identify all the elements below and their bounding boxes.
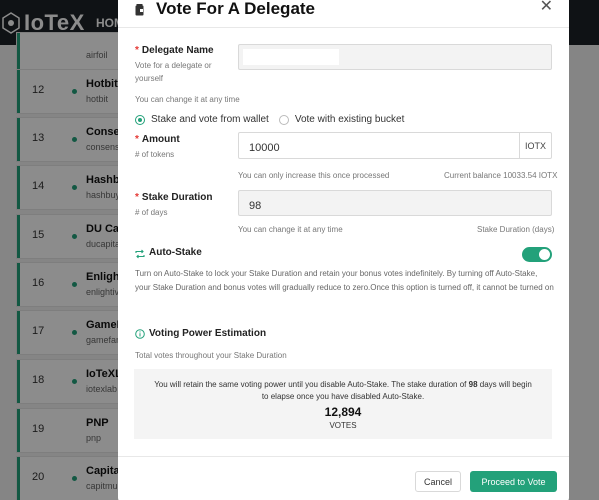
auto-stake-description: Turn on Auto-Stake to lock your Stake Du… (135, 269, 554, 292)
delegate-name-help: Vote for a delegate or yourself (135, 61, 212, 83)
voting-power-estimate-box: You will retain the same voting power un… (134, 369, 552, 439)
header-divider (118, 27, 569, 28)
votes-unit: VOTES (329, 421, 357, 430)
amount-help: # of tokens (135, 150, 175, 159)
modal-header: Vote For A Delegate ✕ (118, 0, 569, 27)
toggle-knob (539, 249, 550, 260)
estimated-votes: 12,894 (324, 405, 362, 419)
stake-duration-label-text: Stake Duration (141, 192, 213, 203)
amount-value: 10000 (249, 142, 280, 154)
radio-existing-bucket[interactable]: Vote with existing bucket (278, 114, 405, 125)
close-icon[interactable]: ✕ (540, 0, 553, 15)
amount-hint: You can only increase this once processe… (238, 171, 390, 180)
stake-duration-unit-hint: Stake Duration (days) (477, 225, 555, 234)
stake-duration-help: # of days (135, 208, 168, 217)
delegate-name-label: * Delegate Name (135, 45, 214, 56)
delegate-name-label-text: Delegate Name (141, 45, 214, 56)
auto-stake-toggle[interactable] (522, 247, 552, 262)
delegate-name-input[interactable] (238, 44, 552, 70)
amount-label-text: Amount (141, 134, 180, 145)
amount-input[interactable]: 10000 IOTX (238, 132, 552, 159)
estimate-text: You will retain the same voting power un… (154, 379, 532, 403)
estimate-days: 98 (468, 380, 478, 389)
vote-delegate-modal: Vote For A Delegate ✕ * Delegate Name Vot… (118, 0, 569, 500)
info-icon (135, 329, 145, 339)
cancel-button[interactable]: Cancel (415, 471, 461, 492)
required-marker: * (135, 45, 139, 56)
voting-power-title: Voting Power Estimation (149, 328, 267, 339)
stake-duration-label: * Stake Duration (135, 192, 212, 203)
stake-duration-input[interactable]: 98 (238, 190, 552, 216)
masked-delegate-value (243, 49, 339, 65)
repeat-icon (135, 249, 145, 259)
radio-unselected-icon (278, 114, 289, 125)
auto-stake-title: Auto-Stake (149, 247, 202, 258)
delegate-name-hint: You can change it at any time (135, 95, 240, 104)
radio-label: Vote with existing bucket (294, 114, 405, 125)
stake-duration-value: 98 (249, 200, 262, 212)
required-marker: * (135, 192, 139, 203)
amount-label: * Amount (135, 134, 180, 145)
stake-source-radio-group: Stake and vote from wallet Vote with exi… (135, 114, 414, 125)
voting-power-subtitle: Total votes throughout your Stake Durati… (135, 351, 287, 360)
stake-duration-hint: You can change it at any time (238, 225, 343, 234)
radio-stake-from-wallet[interactable]: Stake and vote from wallet (135, 114, 269, 125)
radio-label: Stake and vote from wallet (151, 114, 269, 125)
estimate-text-part1: You will retain the same voting power un… (154, 380, 469, 389)
current-balance: Current balance 10033.54 IOTX (444, 171, 558, 180)
amount-unit: IOTX (519, 133, 551, 158)
footer-divider (118, 456, 569, 457)
wallet-icon (135, 4, 144, 16)
radio-selected-icon (135, 114, 145, 125)
proceed-to-vote-button[interactable]: Proceed to Vote (470, 471, 557, 492)
required-marker: * (135, 134, 139, 145)
modal-title: Vote For A Delegate (156, 0, 316, 18)
